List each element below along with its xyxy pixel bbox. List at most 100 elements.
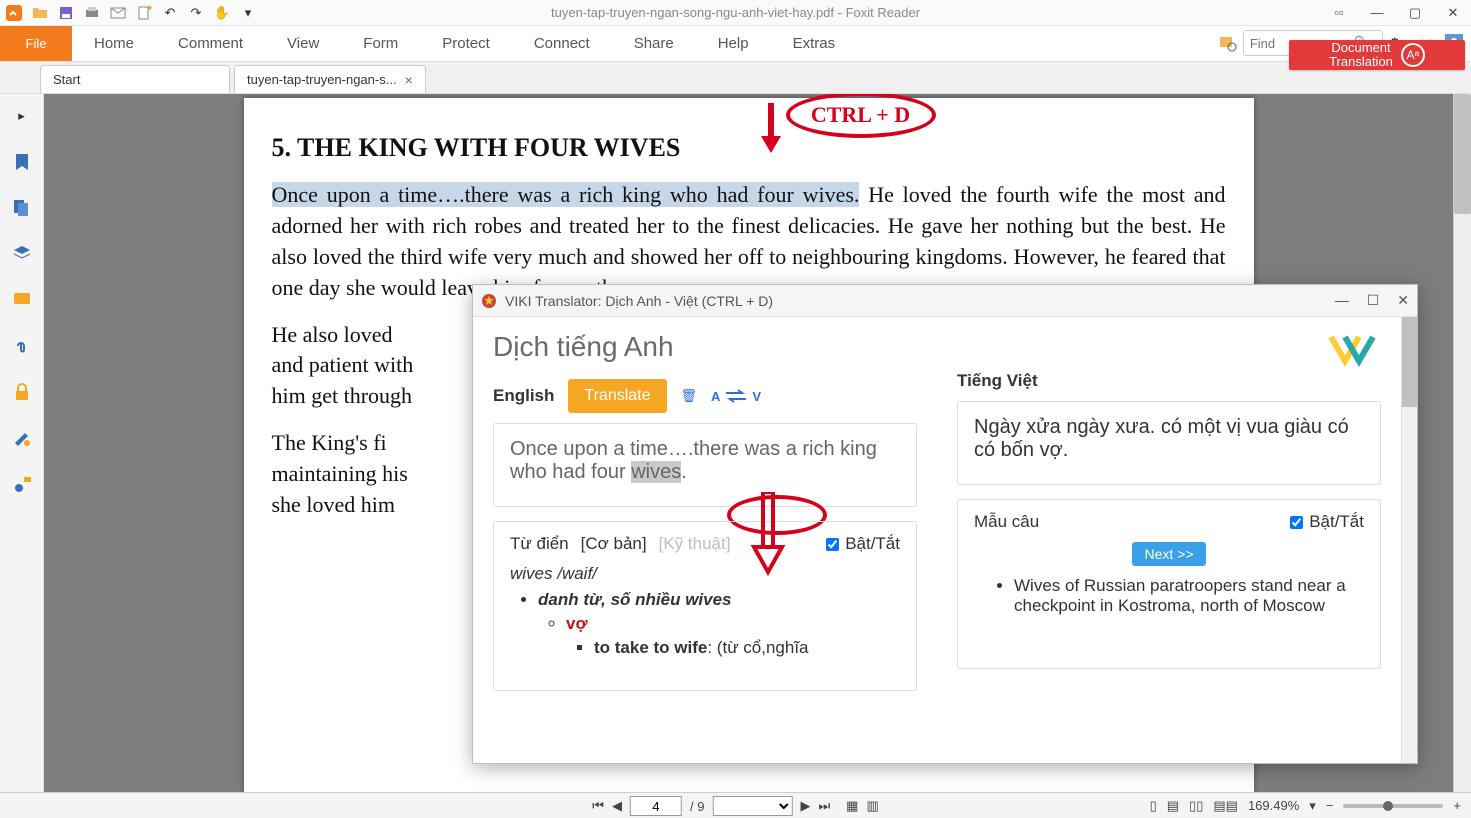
find-tool-icon[interactable] — [1219, 34, 1237, 52]
dict-subentry: to take to wife: (từ cổ,nghĩa — [594, 638, 809, 657]
menu-extras[interactable]: Extras — [771, 26, 858, 61]
popup-close-icon[interactable]: ✕ — [1397, 292, 1409, 309]
document-translation-label: Document Translation — [1329, 41, 1393, 70]
next-page-icon[interactable]: ▶ — [800, 798, 810, 814]
page-navigator: ⏮ ◀ / 9 ▶ ⏭ ▦ ▥ — [592, 796, 878, 816]
minimize-icon[interactable]: — — [1363, 3, 1391, 23]
file-menu[interactable]: File — [0, 26, 72, 61]
page-select[interactable] — [712, 796, 792, 816]
sample-toggle-checkbox[interactable] — [1290, 516, 1303, 529]
menu-form[interactable]: Form — [341, 26, 420, 61]
popup-scrollbar[interactable] — [1401, 317, 1417, 763]
view-continuous-icon[interactable]: ▤ — [1167, 798, 1179, 814]
first-page-icon[interactable]: ⏮ — [592, 798, 604, 814]
side-panel: ▸ — [0, 94, 44, 792]
prev-page-icon[interactable]: ◀ — [612, 798, 622, 814]
view-cont-facing-icon[interactable]: ▤▤ — [1213, 798, 1238, 814]
popup-titlebar[interactable]: VIKI Translator: Dịch Anh - Việt (CTRL +… — [473, 285, 1417, 317]
page-tool-icon-1[interactable]: ▦ — [846, 798, 858, 814]
tab-start[interactable]: Start — [40, 65, 230, 93]
source-textbox[interactable]: Once upon a time….there was a rich king … — [493, 423, 917, 507]
comments-icon[interactable] — [10, 288, 34, 312]
target-textbox[interactable]: Ngày xửa ngày xưa. có một vị vua giàu có… — [957, 401, 1381, 485]
popup-maximize-icon[interactable]: ☐ — [1367, 292, 1380, 309]
menu-help[interactable]: Help — [696, 26, 771, 61]
security-icon[interactable] — [10, 380, 34, 404]
open-icon[interactable] — [30, 3, 50, 23]
quick-access-bar: ✦ ↶ ↷ ✋ ▾ tuyen-tap-truyen-ngan-song-ngu… — [0, 0, 1471, 26]
bookmarks-icon[interactable] — [10, 150, 34, 174]
dict-toggle-checkbox[interactable] — [826, 538, 839, 551]
svg-text:✦: ✦ — [146, 5, 152, 13]
document-translation-button[interactable]: Document Translation Aᵃ — [1289, 40, 1465, 70]
zoom-in-icon[interactable]: + — [1453, 798, 1461, 813]
share-panel-icon[interactable] — [10, 472, 34, 496]
tab-start-label: Start — [53, 72, 80, 87]
translate-button[interactable]: Translate — [568, 379, 666, 413]
dict-definition: vợ — [566, 614, 588, 633]
mail-icon[interactable] — [108, 3, 128, 23]
dict-pos: danh từ, số nhiều wives — [538, 590, 732, 609]
menu-share[interactable]: Share — [612, 26, 696, 61]
page-tool-icon-2[interactable]: ▥ — [866, 798, 878, 814]
example-sentence: Wives of Russian paratroopers stand near… — [1014, 576, 1364, 616]
swap-languages[interactable]: A V — [711, 389, 761, 404]
clear-icon[interactable]: 🗑 — [681, 388, 698, 404]
translation-icon: Aᵃ — [1401, 43, 1425, 67]
zoom-out-icon[interactable]: − — [1326, 798, 1334, 813]
next-button[interactable]: Next >> — [1132, 542, 1205, 566]
tab-document[interactable]: tuyen-tap-truyen-ngan-s... × — [234, 65, 426, 93]
dictionary-panel: Từ điển [Cơ bản] [Kỹ thuật] Bật/Tắt wive… — [493, 521, 917, 691]
window-title: tuyen-tap-truyen-ngan-song-ngu-anh-viet-… — [551, 5, 920, 20]
undo-icon[interactable]: ↶ — [160, 3, 180, 23]
redo-icon[interactable]: ↷ — [186, 3, 206, 23]
page-total: / 9 — [690, 799, 704, 814]
page-number-input[interactable] — [630, 796, 682, 816]
print-icon[interactable] — [82, 3, 102, 23]
signatures-icon[interactable] — [10, 426, 34, 450]
layers-icon[interactable] — [10, 242, 34, 266]
popup-title-text: VIKI Translator: Dịch Anh - Việt (CTRL +… — [505, 293, 773, 309]
last-page-icon[interactable]: ⏭ — [818, 798, 830, 814]
popup-app-icon — [481, 293, 497, 309]
view-facing-icon[interactable]: ▯▯ — [1189, 798, 1203, 814]
menu-bar: File Home Comment View Form Protect Conn… — [0, 26, 1471, 62]
dictionary-label: Từ điển — [510, 534, 569, 554]
qa-dropdown-icon[interactable]: ▾ — [238, 3, 258, 23]
app-icon — [4, 3, 24, 23]
menu-home[interactable]: Home — [72, 26, 156, 61]
attachments-icon[interactable] — [10, 334, 34, 358]
save-icon[interactable] — [56, 3, 76, 23]
hand-tool-icon[interactable]: ✋ — [212, 3, 232, 23]
page-viewport[interactable]: 5. THE KING WITH FOUR WIVES Once upon a … — [44, 94, 1453, 792]
tab-document-label: tuyen-tap-truyen-ngan-s... — [247, 72, 397, 87]
menu-protect[interactable]: Protect — [420, 26, 512, 61]
ribbon-collapse-icon[interactable]: ▫▫ — [1325, 3, 1353, 23]
zoom-slider[interactable] — [1343, 804, 1443, 808]
panel-toggle-icon[interactable]: ▸ — [10, 104, 34, 128]
view-single-icon[interactable]: ▯ — [1150, 798, 1157, 814]
selected-text: Once upon a time….there was a rich king … — [272, 182, 860, 207]
zoom-value: 169.49% — [1248, 798, 1299, 813]
close-icon[interactable]: ✕ — [1439, 3, 1467, 23]
target-language-label: Tiếng Việt — [957, 371, 1038, 391]
menu-connect[interactable]: Connect — [512, 26, 612, 61]
dict-basic-tab[interactable]: [Cơ bản] — [581, 534, 647, 554]
new-doc-icon[interactable]: ✦ — [134, 3, 154, 23]
source-language-label: English — [493, 386, 554, 406]
status-bar: ⏮ ◀ / 9 ▶ ⏭ ▦ ▥ ▯ ▤ ▯▯ ▤▤ 169.49%▾ − + — [0, 792, 1471, 818]
sample-panel: Mẫu câu Bật/Tắt Next >> Wives of Russian… — [957, 499, 1381, 669]
dict-headword: wives /waif/ — [510, 564, 900, 584]
dict-tech-tab[interactable]: [Kỹ thuật] — [659, 534, 731, 554]
restore-icon[interactable]: ▢ — [1401, 3, 1429, 23]
menu-view[interactable]: View — [265, 26, 341, 61]
scrollbar-thumb[interactable] — [1454, 94, 1471, 214]
sample-label: Mẫu câu — [974, 512, 1039, 532]
tab-close-icon[interactable]: × — [405, 72, 413, 88]
popup-minimize-icon[interactable]: — — [1335, 292, 1349, 309]
menu-comment[interactable]: Comment — [156, 26, 265, 61]
popup-heading: Dịch tiếng Anh — [493, 331, 917, 363]
vertical-scrollbar[interactable] — [1453, 94, 1471, 792]
pages-icon[interactable] — [10, 196, 34, 220]
page-heading: 5. THE KING WITH FOUR WIVES — [272, 130, 1226, 166]
